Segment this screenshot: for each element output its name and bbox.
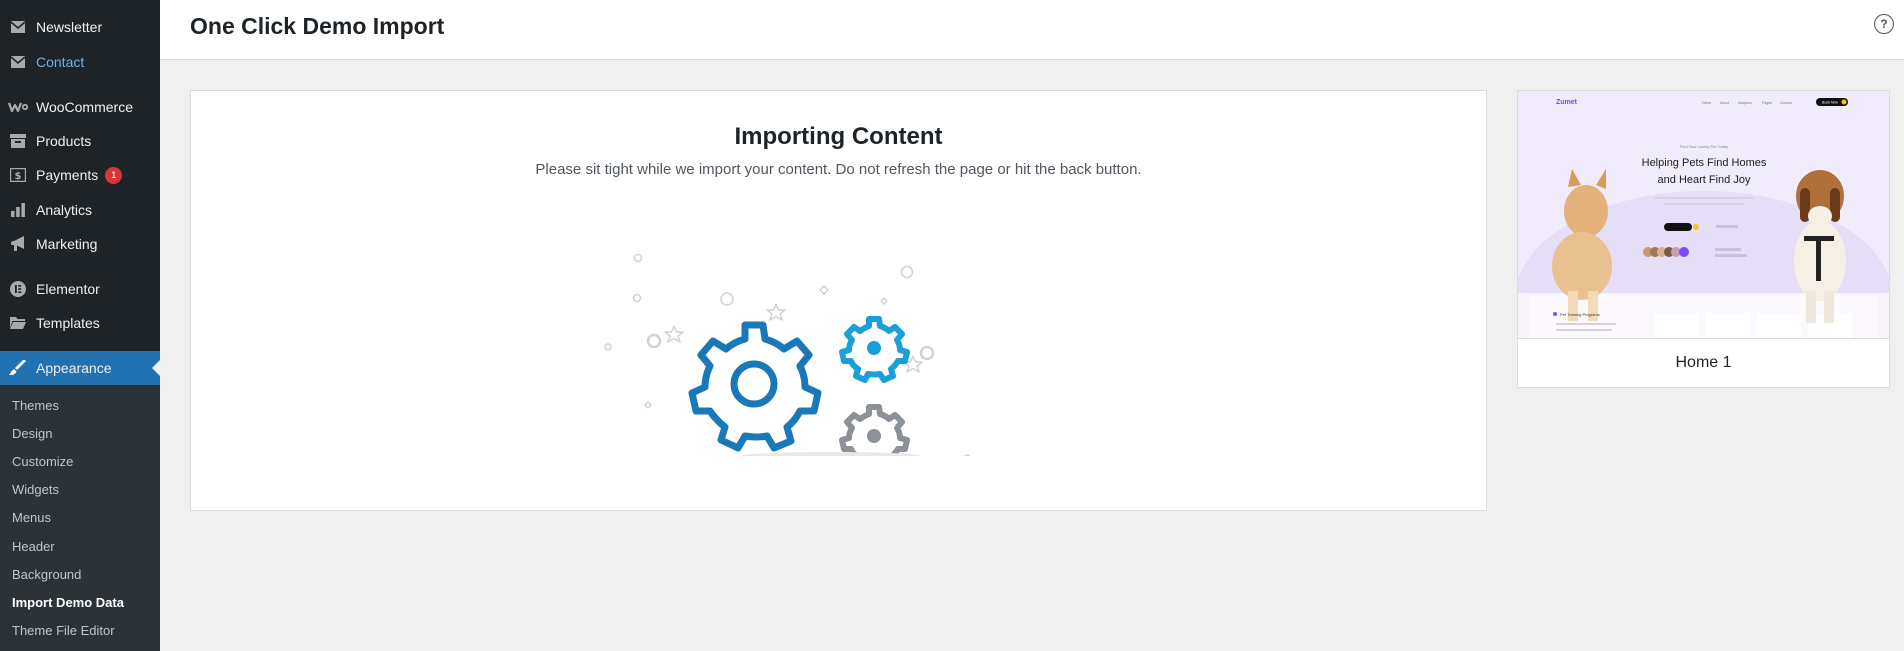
import-description: Please sit tight while we import your co… — [535, 161, 1142, 178]
sidebar-item-elementor[interactable]: Elementor — [0, 272, 160, 306]
help-icon[interactable]: ? — [1874, 14, 1894, 34]
preview-nav-contact: Contact — [1780, 101, 1792, 105]
mail-icon — [0, 55, 36, 69]
sidebar-item-label: WooCommerce — [36, 99, 133, 115]
importing-gears-illustration — [604, 253, 971, 456]
preview-nav-about: About — [1720, 101, 1729, 105]
page-header: One Click Demo Import ? — [160, 0, 1904, 60]
submenu-item-themes[interactable]: Themes — [12, 398, 59, 413]
bar-chart-icon — [0, 203, 36, 217]
preview-nav-button: Book Now — [1822, 101, 1838, 105]
demo-card-home-1[interactable]: Zumet Home About Adoption Pages Contact … — [1517, 90, 1890, 388]
sidebar-item-label: Newsletter — [36, 19, 103, 35]
mail-icon — [0, 20, 36, 34]
submenu-item-theme-file-editor[interactable]: Theme File Editor — [12, 623, 115, 638]
folder-icon — [0, 316, 36, 330]
preview-logo: Zumet — [1556, 99, 1578, 106]
svg-text:$: $ — [15, 171, 22, 182]
sidebar-item-label: Templates — [36, 315, 100, 331]
sidebar-item-label: Contact — [36, 54, 85, 70]
sidebar-item-marketing[interactable]: Marketing — [0, 227, 160, 261]
submenu-item-header[interactable]: Header — [12, 539, 55, 554]
preview-nav-adoption: Adoption — [1738, 101, 1752, 105]
sidebar-item-contact[interactable]: Contact — [0, 45, 160, 79]
preview-nav-home: Home — [1702, 101, 1711, 105]
sidebar-item-newsletter[interactable]: Newsletter — [0, 10, 160, 44]
sidebar-item-appearance[interactable]: Appearance — [0, 351, 160, 385]
admin-sidebar: Newsletter Contact WooCommerce Products … — [0, 0, 160, 651]
import-progress-panel: Importing Content Please sit tight while… — [190, 90, 1487, 511]
megaphone-icon — [0, 236, 36, 252]
sidebar-item-label: Analytics — [36, 202, 93, 218]
payments-count-badge: 1 — [105, 166, 123, 184]
submenu-item-design[interactable]: Design — [12, 426, 52, 441]
archive-icon — [0, 134, 36, 148]
sidebar-item-label: Products — [36, 133, 92, 149]
submenu-item-widgets[interactable]: Widgets — [12, 482, 59, 497]
woocommerce-icon — [0, 101, 36, 113]
appearance-submenu: Themes Design Customize Widgets Menus He… — [0, 385, 160, 651]
submenu-item-import-demo-data[interactable]: Import Demo Data — [12, 595, 124, 610]
sidebar-item-analytics[interactable]: Analytics — [0, 193, 160, 227]
import-title: Importing Content — [734, 123, 943, 150]
sidebar-item-woocommerce[interactable]: WooCommerce — [0, 90, 160, 124]
dollar-icon: $ — [0, 168, 36, 182]
preview-nav-pages: Pages — [1762, 101, 1772, 105]
sidebar-item-payments[interactable]: $ Payments 1 — [0, 158, 160, 192]
preview-headline-line-2: and Heart Find Joy — [1658, 174, 1751, 186]
demo-preview-image: Zumet Home About Adoption Pages Contact … — [1518, 91, 1889, 339]
submenu-item-menus[interactable]: Menus — [12, 510, 51, 525]
page-title: One Click Demo Import — [190, 13, 445, 39]
paintbrush-icon — [0, 360, 36, 376]
demo-name: Home 1 — [1675, 354, 1732, 371]
submenu-item-customize[interactable]: Customize — [12, 454, 73, 469]
sidebar-item-templates[interactable]: Templates — [0, 306, 160, 340]
sidebar-item-products[interactable]: Products — [0, 124, 160, 158]
submenu-item-background[interactable]: Background — [12, 567, 81, 582]
preview-headline-line-1: Helping Pets Find Homes — [1642, 157, 1767, 169]
preview-tagline: Find Your Lovely Pet Today — [1680, 144, 1728, 149]
preview-section-title: Pet Training Programs — [1560, 312, 1600, 317]
sidebar-item-label: Appearance — [36, 360, 112, 376]
sidebar-item-label: Payments — [36, 167, 99, 183]
elementor-icon — [0, 281, 36, 297]
sidebar-item-label: Marketing — [36, 236, 98, 252]
sidebar-item-label: Elementor — [36, 281, 100, 297]
